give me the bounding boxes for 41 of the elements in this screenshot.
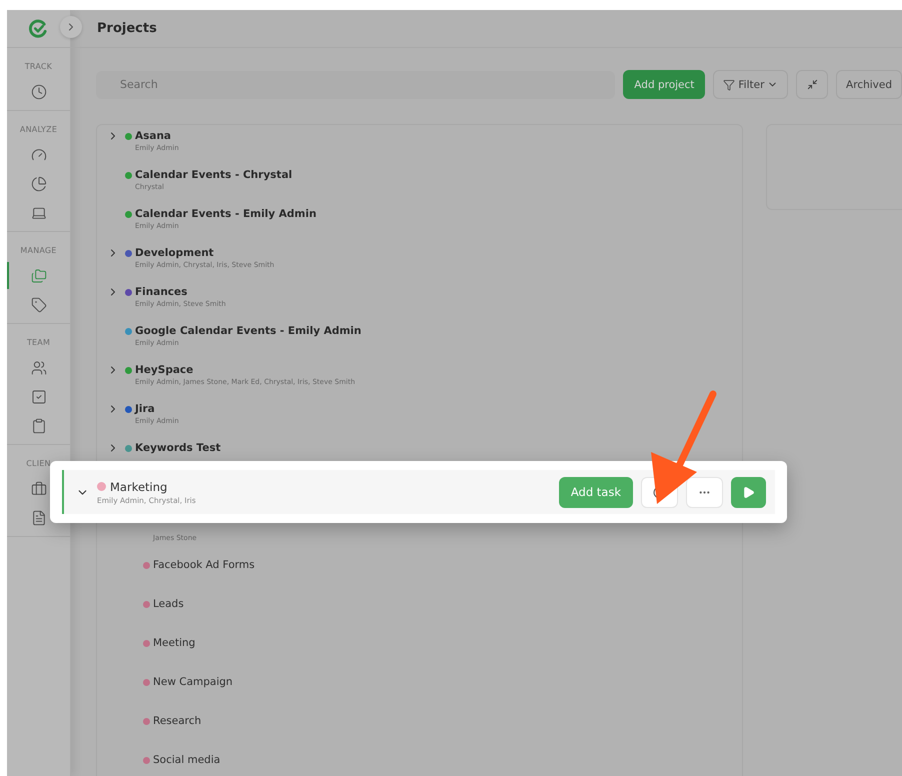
project-name[interactable]: Development xyxy=(135,247,214,259)
task-name[interactable]: Meeting xyxy=(153,637,196,649)
people-icon[interactable] xyxy=(30,360,46,376)
project-name[interactable]: HeySpace xyxy=(135,364,194,376)
pie-chart-icon[interactable] xyxy=(30,176,46,192)
collapse-button[interactable] xyxy=(796,70,828,99)
task-name[interactable]: New Campaign xyxy=(153,676,233,688)
project-name[interactable]: Calendar Events - Emily Admin xyxy=(135,208,316,220)
document-icon[interactable] xyxy=(30,510,46,526)
collapse-arrows-icon xyxy=(806,79,818,90)
page-title: Projects xyxy=(97,21,157,36)
play-button[interactable] xyxy=(731,476,766,508)
section-label: TEAM xyxy=(26,338,50,347)
project-name[interactable]: Finances xyxy=(135,286,188,298)
clock-icon[interactable] xyxy=(30,84,46,100)
project-name[interactable]: Marketing xyxy=(110,480,168,494)
section-label: CLIEN xyxy=(26,459,51,468)
search-field[interactable]: Search xyxy=(96,70,616,98)
archived-button[interactable]: Archived xyxy=(836,70,902,99)
gauge-icon[interactable] xyxy=(30,146,46,162)
play-icon xyxy=(742,486,755,498)
clipboard-icon[interactable] xyxy=(30,418,46,434)
section-label: TRACK xyxy=(24,62,52,71)
project-name[interactable]: Keywords Test xyxy=(135,442,221,454)
expand-sidebar-button[interactable] xyxy=(60,16,82,38)
project-name[interactable]: Google Calendar Events - Emily Admin xyxy=(135,325,362,337)
logo-icon xyxy=(29,19,48,38)
section-label: MANAGE xyxy=(20,246,57,255)
task-name[interactable]: Social media xyxy=(153,754,220,766)
briefcase-icon[interactable] xyxy=(30,480,46,496)
project-name[interactable]: Calendar Events - Chrystal xyxy=(135,169,292,181)
filter-icon xyxy=(723,78,736,90)
task-name[interactable]: Leads xyxy=(153,598,184,610)
tag-icon[interactable] xyxy=(30,296,46,312)
checkbox-icon[interactable] xyxy=(30,388,46,404)
filter-button[interactable]: Filter xyxy=(713,70,788,99)
task-name[interactable]: Facebook Ad Forms xyxy=(153,559,255,571)
section-label: ANALYZE xyxy=(20,125,58,134)
task-name[interactable]: Research xyxy=(153,715,202,727)
project-name[interactable]: Asana xyxy=(135,130,172,142)
project-name[interactable]: Jira xyxy=(135,403,155,415)
